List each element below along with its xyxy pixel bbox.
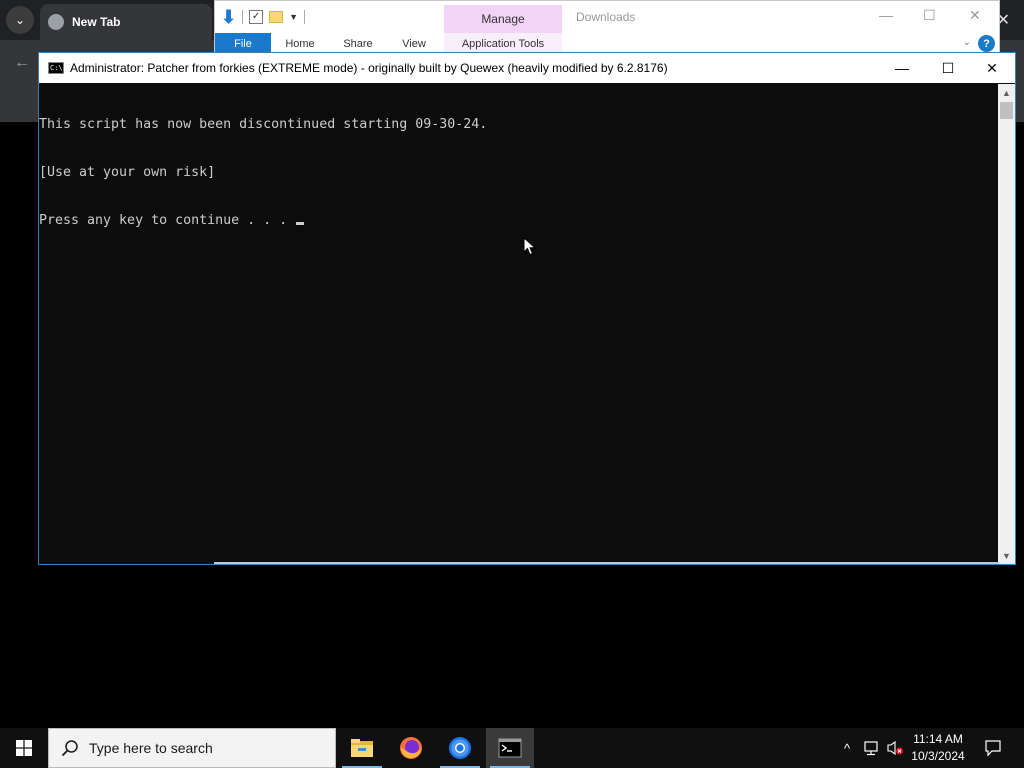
download-arrow-icon[interactable]: ⬇ xyxy=(221,7,236,28)
properties-check-icon[interactable]: ✓ xyxy=(249,10,264,24)
file-explorer-window: ⬇ ✓ ▼ Manage Application Tools Downloads… xyxy=(214,0,1000,54)
system-clock[interactable]: 11:14 AM 10/3/2024 xyxy=(906,731,970,765)
horizontal-scroll-track xyxy=(214,562,999,564)
notification-center-button[interactable] xyxy=(978,728,1008,768)
console-titlebar[interactable]: C:\ Administrator: Patcher from forkies … xyxy=(39,53,1015,83)
text-cursor xyxy=(296,222,305,225)
start-button[interactable] xyxy=(0,728,48,768)
clock-date: 10/3/2024 xyxy=(911,749,965,763)
terminal-line: This script has now been discontinued st… xyxy=(39,117,488,132)
ribbon-tab-home[interactable]: Home xyxy=(271,33,329,54)
tab-title: New Tab xyxy=(72,15,121,29)
network-icon[interactable] xyxy=(860,728,882,768)
desktop: ⌄ New Tab ✕ ← ⬇ ✓ ▼ Manage Application T… xyxy=(0,0,1024,768)
taskbar: Type here to search ^ 11:14 AM 10/3/2024 xyxy=(0,728,1024,768)
ribbon-tab-view[interactable]: View xyxy=(387,33,441,54)
search-icon xyxy=(61,740,78,757)
command-prompt-icon xyxy=(498,738,522,758)
divider xyxy=(304,10,306,24)
console-window[interactable]: C:\ Administrator: Patcher from forkies … xyxy=(38,52,1016,565)
scroll-down-icon[interactable]: ▼ xyxy=(998,547,1015,564)
console-maximize-button[interactable]: ☐ xyxy=(925,53,971,83)
application-tools-tab[interactable]: Application Tools xyxy=(444,33,562,54)
ribbon-tabs: File Home Share View xyxy=(215,33,441,54)
terminal-line-text: Press any key to continue . . . xyxy=(39,213,288,228)
taskbar-app-command-prompt[interactable] xyxy=(486,728,534,768)
manage-tab[interactable]: Manage xyxy=(444,5,562,33)
explorer-minimize-button[interactable]: — xyxy=(879,7,893,23)
tray-overflow-chevron-icon[interactable]: ^ xyxy=(838,728,856,768)
ribbon-tab-file[interactable]: File xyxy=(215,33,271,54)
console-close-button[interactable]: ✕ xyxy=(969,53,1015,83)
customize-caret-icon[interactable]: ▼ xyxy=(289,12,298,22)
network-wired-icon xyxy=(864,741,878,756)
notification-icon xyxy=(985,740,1001,757)
explorer-window-title: Downloads xyxy=(576,10,636,24)
terminal-output[interactable]: This script has now been discontinued st… xyxy=(39,84,999,564)
vertical-scrollbar[interactable]: ▲ ▼ xyxy=(998,84,1015,564)
clock-time: 11:14 AM xyxy=(913,732,963,746)
taskbar-app-file-explorer[interactable] xyxy=(338,728,386,768)
search-placeholder: Type here to search xyxy=(89,740,213,756)
back-arrow-icon[interactable]: ← xyxy=(14,54,30,72)
taskbar-app-chrome[interactable] xyxy=(436,728,484,768)
ribbon-tab-share[interactable]: Share xyxy=(329,33,387,54)
browser-tab-new-tab[interactable]: New Tab xyxy=(40,4,212,40)
terminal-line-prompt: Press any key to continue . . . xyxy=(39,213,999,229)
new-folder-icon[interactable] xyxy=(269,11,284,23)
tab-search-button[interactable]: ⌄ xyxy=(6,6,34,34)
console-minimize-button[interactable]: — xyxy=(879,53,925,83)
scroll-up-icon[interactable]: ▲ xyxy=(998,84,1015,101)
explorer-close-button[interactable]: ✕ xyxy=(969,7,981,24)
chevron-down-icon: ⌄ xyxy=(14,13,26,27)
help-icon[interactable]: ? xyxy=(978,35,995,52)
taskbar-app-firefox[interactable] xyxy=(387,728,435,768)
speaker-muted-icon xyxy=(887,740,903,756)
command-prompt-icon: C:\ xyxy=(48,62,64,74)
chrome-icon xyxy=(449,737,471,759)
explorer-maximize-button[interactable]: ☐ xyxy=(923,7,936,24)
console-title: Administrator: Patcher from forkies (EXT… xyxy=(70,61,668,75)
globe-icon xyxy=(48,14,64,30)
taskbar-search-box[interactable]: Type here to search xyxy=(48,728,336,768)
divider xyxy=(242,10,244,24)
scroll-thumb[interactable] xyxy=(1000,102,1013,119)
ribbon-expand-icon[interactable]: ⌄ xyxy=(963,37,971,48)
terminal-line: [Use at your own risk] xyxy=(39,165,216,180)
file-explorer-icon xyxy=(351,739,373,757)
mouse-pointer-icon xyxy=(523,237,537,256)
windows-logo-icon xyxy=(16,740,32,756)
quick-access-toolbar: ⬇ ✓ ▼ xyxy=(221,5,306,29)
volume-muted-icon[interactable] xyxy=(884,728,906,768)
firefox-icon xyxy=(400,737,422,759)
